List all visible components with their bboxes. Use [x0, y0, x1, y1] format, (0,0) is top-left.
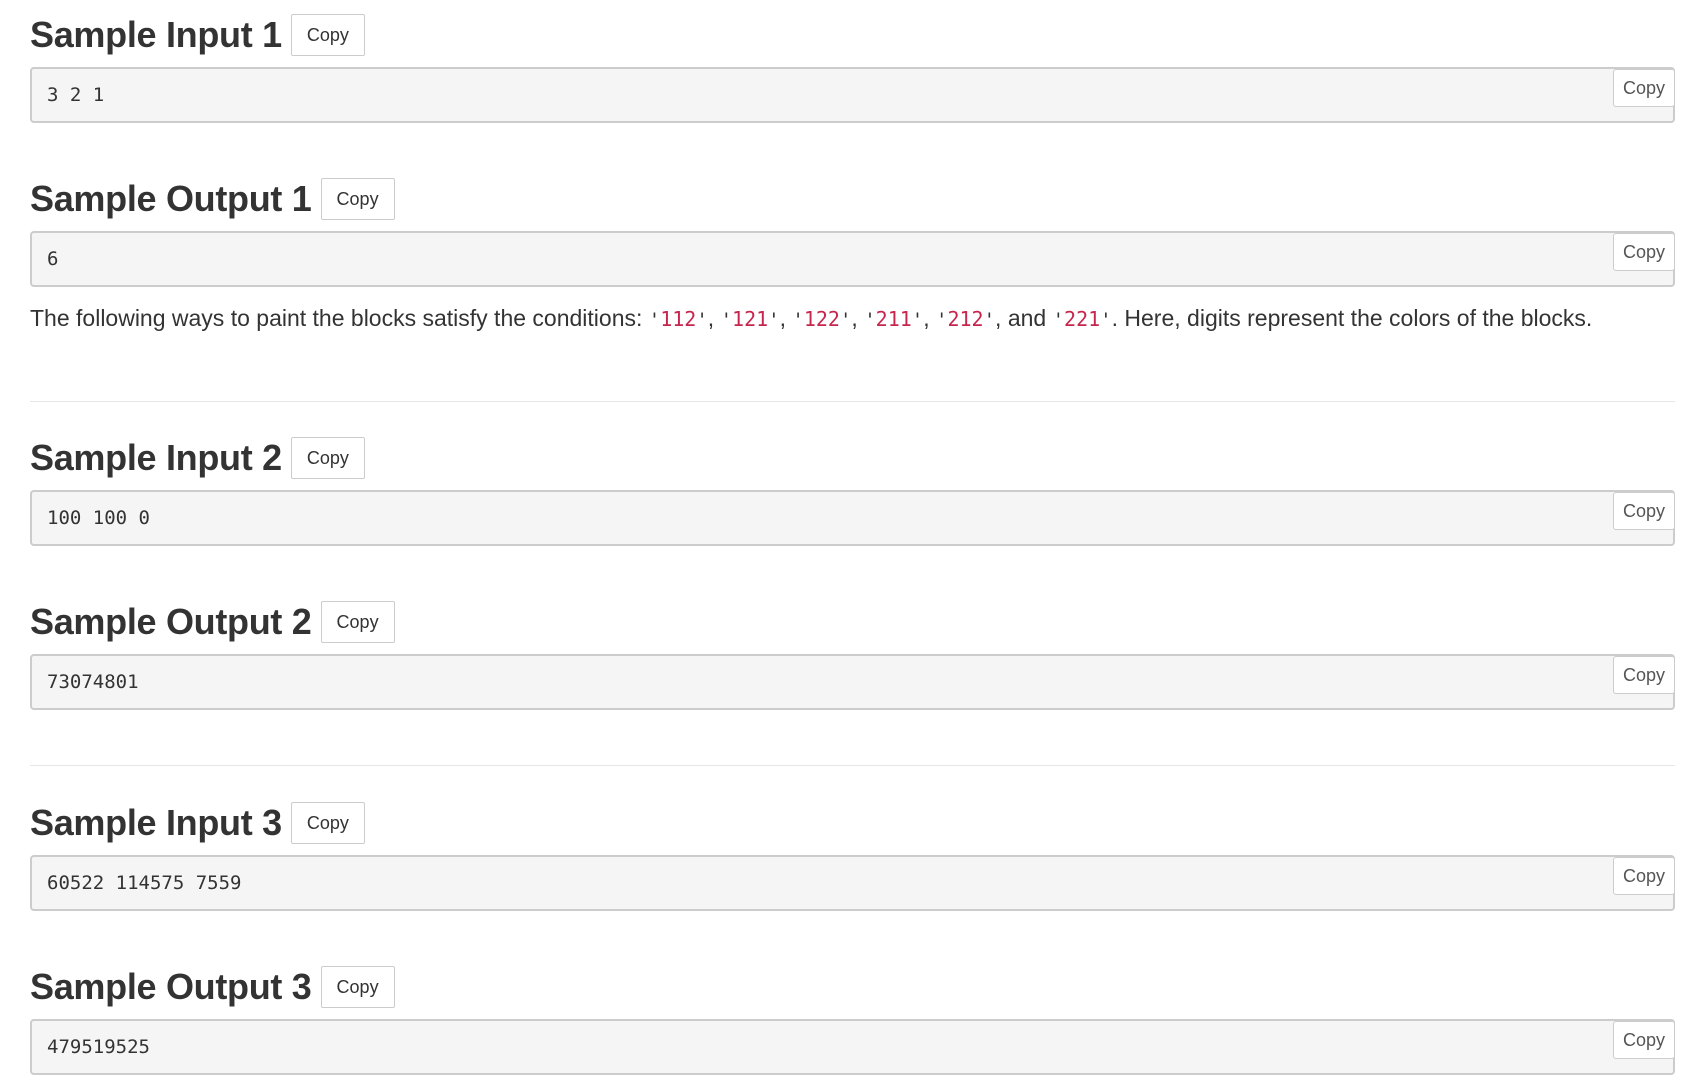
sample-input-2-box: 100 100 0 Copy	[30, 490, 1675, 546]
copy-button[interactable]: Copy	[290, 14, 365, 56]
copy-button[interactable]: Copy	[1613, 656, 1675, 694]
sample-code: 6	[47, 248, 59, 270]
note-separator: ,	[923, 305, 937, 331]
inline-code: 221	[1064, 307, 1101, 331]
note-suffix: . Here, digits represent the colors of t…	[1111, 305, 1593, 331]
copy-button[interactable]: Copy	[290, 802, 365, 844]
copy-button[interactable]: Copy	[1613, 233, 1675, 271]
sample-title: Sample Output 2	[30, 601, 312, 642]
sample-output-1-heading: Sample Output 1 Copy	[30, 177, 395, 221]
inline-code: 211	[875, 307, 912, 331]
sample-code: 73074801	[47, 671, 139, 693]
copy-button[interactable]: Copy	[320, 178, 395, 220]
note-and: , and	[995, 305, 1053, 331]
note-separator: ,	[707, 305, 721, 331]
section-divider	[30, 401, 1675, 402]
section-divider	[30, 765, 1675, 766]
sample-output-1-box: 6 Copy	[30, 231, 1675, 287]
sample-title: Sample Output 1	[30, 178, 312, 219]
sample-output-3-heading: Sample Output 3 Copy	[30, 965, 395, 1009]
sample-code: 479519525	[47, 1036, 150, 1058]
copy-button[interactable]: Copy	[320, 601, 395, 643]
note-separator: ,	[851, 305, 865, 331]
sample-title: Sample Input 1	[30, 14, 282, 55]
sample-title: Sample Input 2	[30, 437, 282, 478]
copy-button[interactable]: Copy	[290, 437, 365, 479]
sample-input-2-heading: Sample Input 2 Copy	[30, 436, 365, 480]
sample-input-3-box: 60522 114575 7559 Copy	[30, 855, 1675, 911]
sample-output-2-box: 73074801 Copy	[30, 654, 1675, 710]
inline-code: 112	[660, 307, 697, 331]
copy-button[interactable]: Copy	[1613, 1021, 1675, 1059]
inline-code: 212	[947, 307, 984, 331]
inline-code: 122	[803, 307, 840, 331]
sample-code: 100 100 0	[47, 507, 150, 529]
sample-input-3-heading: Sample Input 3 Copy	[30, 801, 365, 845]
copy-button[interactable]: Copy	[1613, 492, 1675, 530]
sample-code: 3 2 1	[47, 84, 105, 106]
copy-button[interactable]: Copy	[1613, 857, 1675, 895]
inline-code: 121	[732, 307, 769, 331]
sample-title: Sample Input 3	[30, 802, 282, 843]
note-prefix: The following ways to paint the blocks s…	[30, 305, 649, 331]
sample-output-3-box: 479519525 Copy	[30, 1019, 1675, 1075]
explanation-text: The following ways to paint the blocks s…	[30, 305, 1593, 331]
sample-code: 60522 114575 7559	[47, 872, 242, 894]
sample-title: Sample Output 3	[30, 966, 312, 1007]
note-separator: ,	[779, 305, 793, 331]
sample-output-2-heading: Sample Output 2 Copy	[30, 600, 395, 644]
sample-input-1-box: 3 2 1 Copy	[30, 67, 1675, 123]
copy-button[interactable]: Copy	[320, 966, 395, 1008]
copy-button[interactable]: Copy	[1613, 69, 1675, 107]
sample-input-1-heading: Sample Input 1 Copy	[30, 13, 365, 57]
